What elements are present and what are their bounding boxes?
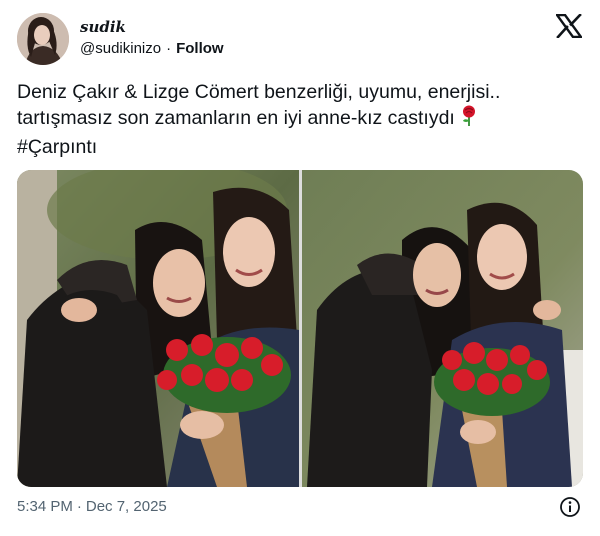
tweet-line-1: Deniz Çakır & Lizge Cömert benzerliği, u…	[17, 81, 501, 103]
avatar-image	[17, 13, 69, 65]
tweet-text: Deniz Çakır & Lizge Cömert benzerliği, u…	[17, 79, 587, 160]
photo-1[interactable]	[17, 170, 299, 487]
rose-icon	[461, 105, 477, 134]
photo-2[interactable]	[302, 170, 583, 487]
tweet-line-2-text: tartışmasız son zamanların en iyi anne-k…	[17, 107, 455, 129]
handle-separator: ·	[166, 40, 172, 57]
handle-row: @sudikinizo · Follow	[80, 40, 224, 57]
media-grid	[17, 170, 583, 487]
tweet-time: 5:34 PM	[17, 498, 73, 515]
tweet-date: Dec 7, 2025	[85, 498, 167, 515]
x-logo-icon[interactable]	[554, 13, 584, 39]
photo-2-image	[302, 170, 583, 487]
user-handle[interactable]: @sudikinizo	[80, 40, 161, 57]
tweet-card: sudik @sudikinizo · Follow Deniz Çakır & L…	[0, 0, 600, 536]
avatar[interactable]	[17, 13, 69, 65]
follow-button[interactable]: Follow	[176, 40, 224, 57]
display-name[interactable]: sudik	[80, 18, 126, 36]
info-icon[interactable]	[559, 496, 581, 518]
timestamp[interactable]: 5:34 PM · Dec 7, 2025	[17, 498, 167, 515]
photo-1-image	[17, 170, 299, 487]
hashtag-link[interactable]: #Çarpıntı	[17, 134, 587, 160]
timestamp-separator: ·	[76, 498, 82, 515]
tweet-line-2: tartışmasız son zamanların en iyi anne-k…	[17, 105, 587, 134]
